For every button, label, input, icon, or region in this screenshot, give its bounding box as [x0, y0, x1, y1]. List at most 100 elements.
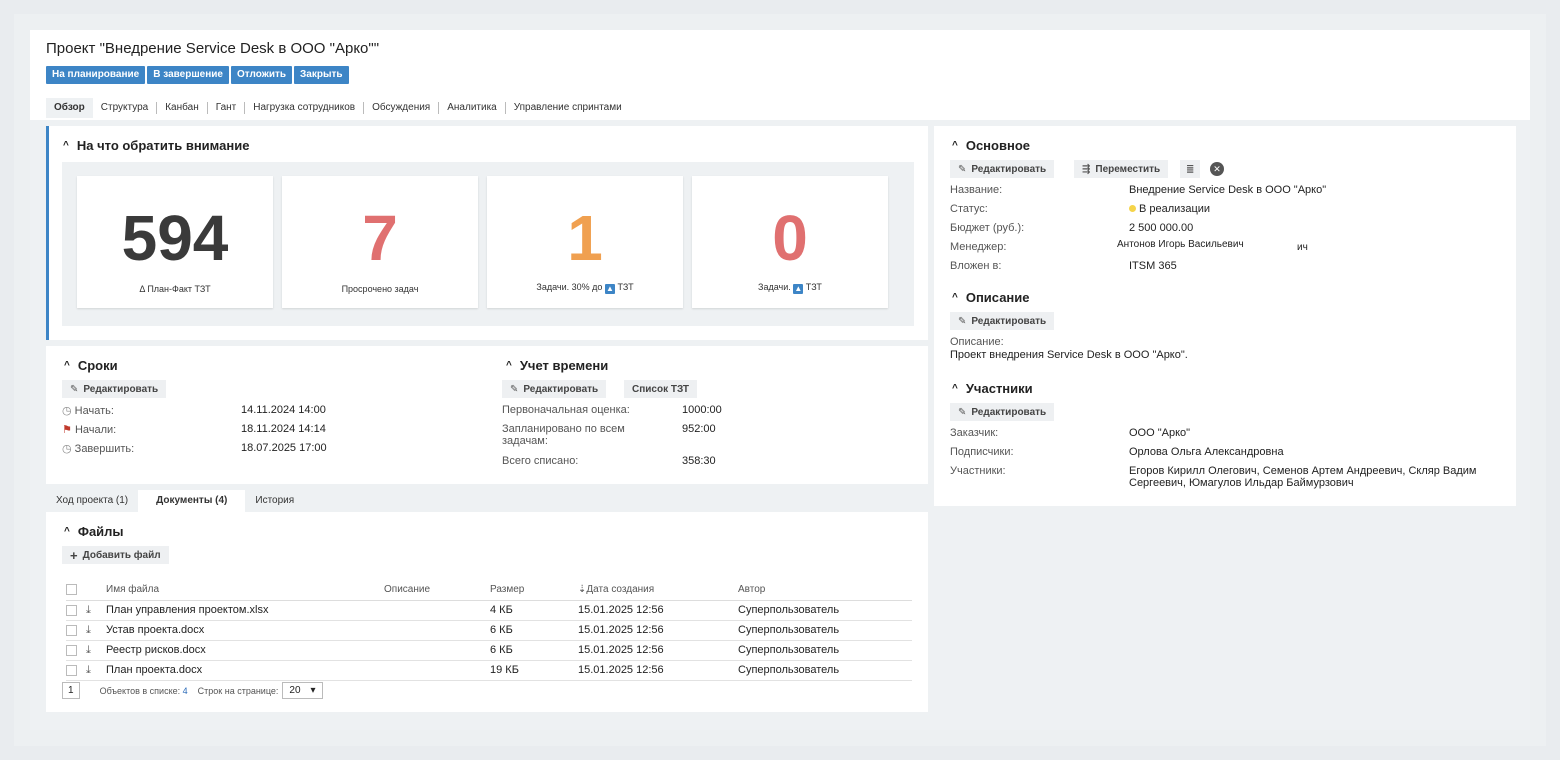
manager-link-tail[interactable]: ич	[1297, 242, 1308, 253]
main-label: Бюджет (руб.):	[950, 222, 1025, 234]
kpi-label: Задачи. ▲ ТЗТ	[692, 282, 888, 294]
file-author: Суперпользователь	[738, 640, 912, 661]
tab-documents[interactable]: Документы (4)	[138, 490, 246, 512]
files-section-title[interactable]: ^ Файлы	[64, 524, 124, 539]
arrow-up-icon: ▲	[793, 284, 804, 294]
file-name-link[interactable]: Реестр рисков.docx	[106, 640, 384, 661]
terms-section-title[interactable]: ^ Сроки	[64, 358, 118, 373]
kpi-card-plan-fact[interactable]: 594 Δ План-Факт ТЗТ	[77, 176, 273, 308]
time-value: 358:30	[682, 455, 716, 467]
column-header-name[interactable]: Имя файла	[106, 580, 384, 601]
file-name-link[interactable]: План проекта.docx	[106, 660, 384, 681]
add-file-label: Добавить файл	[82, 549, 161, 561]
per-page-select[interactable]: 20 ▾	[282, 682, 323, 699]
time-edit-button[interactable]: ✎ Редактировать	[502, 380, 607, 398]
terms-value: 14.11.2024 14:00	[241, 404, 326, 416]
table-row[interactable]: ⤓ Устав проекта.docx 6 КБ 15.01.2025 12:…	[66, 620, 912, 641]
tab-overview[interactable]: Обзор	[46, 98, 93, 118]
download-icon[interactable]: ⤓	[86, 624, 91, 636]
members-link-line2[interactable]: Сергеевич, Юмагулов Ильдар Баймурзович	[1129, 477, 1354, 489]
download-icon[interactable]: ⤓	[86, 664, 91, 676]
time-section-title[interactable]: ^ Учет времени	[506, 358, 608, 373]
tab-workload[interactable]: Нагрузка сотрудников	[245, 102, 365, 114]
file-size: 19 КБ	[490, 660, 578, 681]
terms-edit-button[interactable]: ✎ Редактировать	[62, 380, 167, 398]
tab-analytics[interactable]: Аналитика	[439, 102, 506, 114]
participants-edit-button[interactable]: ✎ Редактировать	[950, 403, 1055, 421]
to-planning-button[interactable]: На планирование	[46, 66, 146, 84]
description-edit-button[interactable]: ✎ Редактировать	[950, 312, 1055, 330]
tab-structure[interactable]: Структура	[93, 102, 158, 114]
kpi-value: 0	[772, 202, 808, 274]
select-all-checkbox[interactable]	[66, 584, 77, 596]
terms-title: Сроки	[77, 358, 118, 373]
row-checkbox[interactable]	[66, 644, 77, 656]
edit-label: Редактировать	[83, 383, 159, 395]
kpi-label: Просрочено задач	[341, 284, 419, 294]
chevron-up-icon: ^	[952, 383, 958, 394]
file-name-link[interactable]: Устав проекта.docx	[106, 620, 384, 641]
column-header-description[interactable]: Описание	[384, 580, 490, 601]
manager-link[interactable]: Антонов Игорь Васильевич	[1117, 239, 1244, 250]
row-checkbox[interactable]	[66, 624, 77, 636]
main-row-manager: Менеджер: Антонов Игорь Васильевич ич	[950, 239, 1510, 253]
customer-link[interactable]: ООО "Арко"	[1129, 427, 1190, 439]
delete-button[interactable]: ✕	[1210, 162, 1224, 176]
kpi-card-overdue[interactable]: 7 Просрочено задач	[282, 176, 478, 308]
files-table: Имя файла Описание Размер ⇣Дата создания…	[66, 580, 912, 681]
time-value: 952:00	[682, 423, 716, 435]
download-icon[interactable]: ⤓	[86, 644, 91, 656]
count-value[interactable]: 4	[183, 686, 188, 696]
parent-link[interactable]: ITSM 365	[1129, 260, 1177, 272]
time-row-spent: Всего списано: 358:30	[502, 455, 802, 467]
main-row-parent: Вложен в: ITSM 365	[950, 260, 1510, 272]
main-section-title[interactable]: ^ Основное	[952, 138, 1030, 153]
move-button[interactable]: ⇶ Переместить	[1074, 160, 1169, 178]
attention-panel: ^ На что обратить внимание 594 Δ План-Фа…	[46, 126, 928, 340]
main-row-name: Название: Внедрение Service Desk в ООО "…	[950, 184, 1510, 196]
chevron-up-icon: ^	[63, 140, 69, 151]
move-label: Переместить	[1095, 163, 1161, 175]
attention-section-title[interactable]: ^ На что обратить внимание	[63, 138, 249, 153]
tab-kanban[interactable]: Канбан	[157, 102, 208, 114]
time-list-button[interactable]: Список ТЗТ	[624, 380, 697, 398]
to-completion-button[interactable]: В завершение	[147, 66, 229, 84]
participants-section-title[interactable]: ^ Участники	[952, 381, 1033, 396]
page-number[interactable]: 1	[62, 682, 80, 699]
tab-discussions[interactable]: Обсуждения	[364, 102, 440, 114]
kpi-card-over-limit[interactable]: 0 Задачи. ▲ ТЗТ	[692, 176, 888, 308]
subscriber-link[interactable]: Орлова Ольга Александровна	[1129, 446, 1284, 458]
files-title: Файлы	[77, 524, 124, 539]
description-text: Проект внедрения Service Desk в ООО "Арк…	[950, 349, 1188, 361]
table-row[interactable]: ⤓ Реестр рисков.docx 6 КБ 15.01.2025 12:…	[66, 640, 912, 661]
kpi-label-suffix: ТЗТ	[617, 282, 634, 292]
kpi-card-near-limit[interactable]: 1 Задачи. 30% до ▲ ТЗТ	[487, 176, 683, 308]
members-link-line1[interactable]: Егоров Кирилл Олегович, Семенов Артем Ан…	[1129, 465, 1476, 477]
status-dot-icon	[1129, 205, 1136, 212]
tab-sprints[interactable]: Управление спринтами	[506, 102, 630, 114]
file-description	[384, 600, 490, 621]
close-button[interactable]: Закрыть	[294, 66, 349, 84]
column-header-size[interactable]: Размер	[490, 580, 578, 601]
tab-gantt[interactable]: Гант	[208, 102, 246, 114]
postpone-button[interactable]: Отложить	[230, 66, 293, 84]
kpi-label-text: Задачи. 30% до	[536, 282, 603, 292]
add-file-button[interactable]: + Добавить файл	[62, 546, 169, 564]
list-icon: ≣	[1186, 163, 1195, 175]
download-icon[interactable]: ⤓	[86, 604, 91, 616]
description-section-title[interactable]: ^ Описание	[952, 290, 1030, 305]
row-checkbox[interactable]	[66, 664, 77, 676]
column-header-date[interactable]: ⇣Дата создания	[578, 580, 738, 601]
file-name-link[interactable]: План управления проектом.xlsx	[106, 600, 384, 621]
edit-label: Редактировать	[971, 406, 1047, 418]
table-row[interactable]: ⤓ План проекта.docx 19 КБ 15.01.2025 12:…	[66, 660, 912, 681]
menu-button[interactable]: ≣	[1180, 160, 1201, 178]
main-edit-button[interactable]: ✎ Редактировать	[950, 160, 1055, 178]
file-author: Суперпользователь	[738, 660, 912, 681]
column-header-author[interactable]: Автор	[738, 580, 912, 601]
tab-history[interactable]: История	[245, 490, 304, 512]
tab-progress[interactable]: Ход проекта (1)	[46, 490, 138, 512]
table-row[interactable]: ⤓ План управления проектом.xlsx 4 КБ 15.…	[66, 600, 912, 621]
row-checkbox[interactable]	[66, 604, 77, 616]
time-value: 1000:00	[682, 404, 722, 416]
